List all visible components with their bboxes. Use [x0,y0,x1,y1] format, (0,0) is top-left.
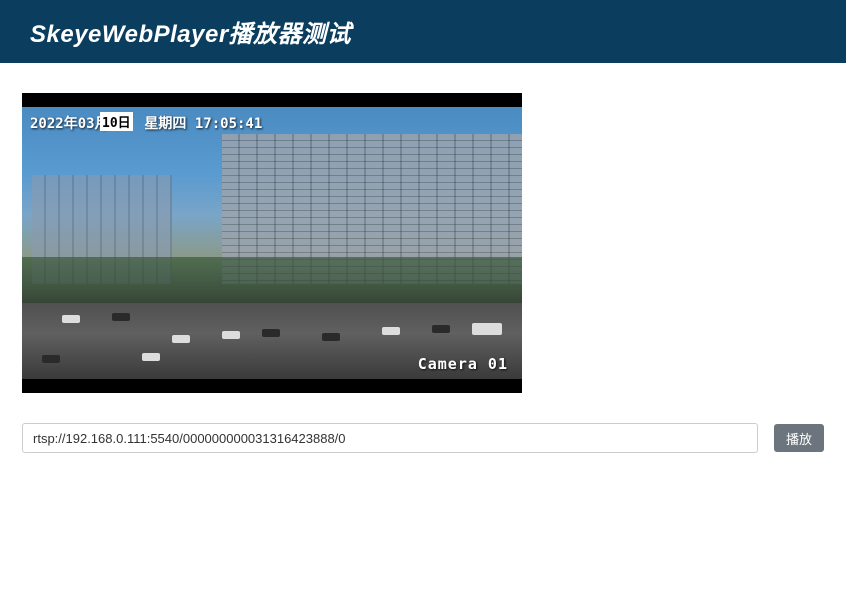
video-player[interactable]: 2022年03月 10日 星期四 17:05:41 Camera 01 [22,93,522,393]
page-header: SkeyeWebPlayer播放器测试 [0,0,846,63]
main-content: 2022年03月 10日 星期四 17:05:41 Camera 01 播放 [0,63,846,483]
video-timestamp-prefix: 2022年03月 [30,113,109,133]
scene-car [382,327,400,335]
scene-car [262,329,280,337]
controls-row: 播放 [22,423,824,453]
scene-car [322,333,340,341]
scene-car [142,353,160,361]
video-scene: 2022年03月 10日 星期四 17:05:41 Camera 01 [22,107,522,379]
scene-car [432,325,450,333]
stream-url-input[interactable] [22,423,758,453]
scene-car [42,355,60,363]
scene-car [222,331,240,339]
video-camera-label: Camera 01 [418,355,508,373]
scene-car [172,335,190,343]
video-timestamp-day: 10日 [100,112,133,131]
scene-car [62,315,80,323]
video-timestamp-rest: 星期四 17:05:41 [136,113,262,133]
scene-car [112,313,130,321]
play-button[interactable]: 播放 [774,424,824,452]
scene-bus [472,323,502,335]
page-title: SkeyeWebPlayer播放器测试 [30,14,816,49]
